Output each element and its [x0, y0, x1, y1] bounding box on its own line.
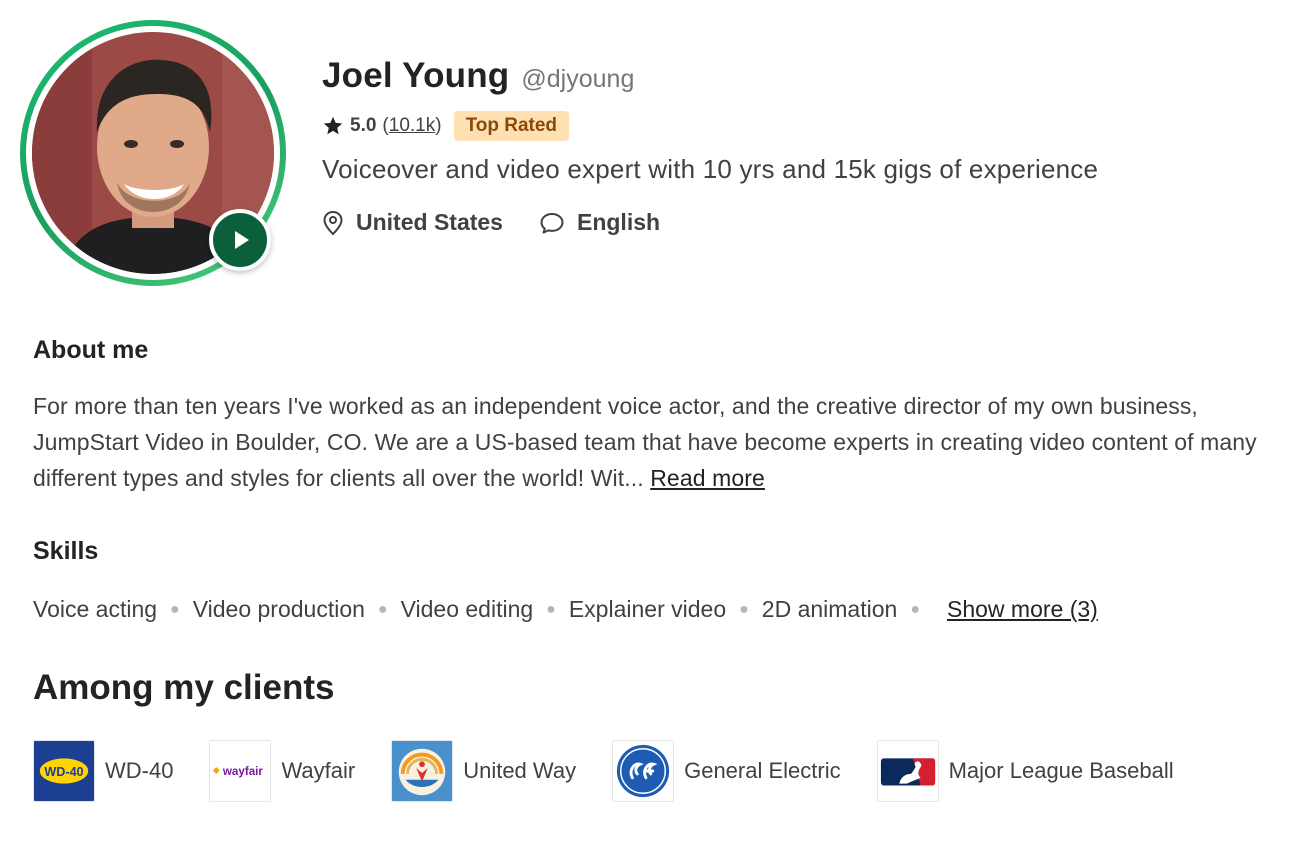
- separator-dot: ●: [910, 600, 920, 618]
- read-more-link[interactable]: Read more: [650, 465, 765, 491]
- client-name: WD-40: [105, 758, 174, 783]
- top-rated-badge: Top Rated: [453, 111, 570, 141]
- clients-title: Among my clients: [33, 668, 335, 707]
- skills-title: Skills: [33, 537, 99, 565]
- location: United States: [322, 209, 503, 236]
- client-name: United Way: [463, 758, 577, 783]
- location-pin-icon: [323, 210, 343, 235]
- wayfair-logo: wayfair: [209, 740, 272, 802]
- mlb-logo: [876, 740, 939, 802]
- svg-text:wayfair: wayfair: [222, 765, 263, 778]
- client-united-way: United Way: [391, 740, 576, 802]
- about-text: For more than ten years I've worked as a…: [33, 388, 1263, 496]
- show-more-skills-link[interactable]: Show more (3): [947, 596, 1098, 623]
- seller-name: Joel Young: [322, 56, 510, 95]
- review-count-close: ): [435, 115, 442, 136]
- skill-video-editing[interactable]: Video editing: [401, 596, 534, 623]
- play-icon: [235, 231, 249, 249]
- skill-video-production[interactable]: Video production: [193, 596, 365, 623]
- client-mlb: Major League Baseball: [876, 740, 1174, 802]
- play-intro-button[interactable]: [209, 209, 271, 271]
- rating-row: 5.0 (10.1k) Top Rated: [322, 110, 1098, 142]
- svg-text:WD-40: WD-40: [44, 765, 83, 779]
- star-icon: [323, 116, 343, 135]
- profile-header: Joel Young @djyoung 5.0 (10.1k) Top Rate…: [322, 56, 1098, 236]
- skills-list: Voice acting ● Video production ● Video …: [33, 596, 1098, 623]
- chat-bubble-icon: [540, 212, 564, 233]
- skill-voice-acting[interactable]: Voice acting: [33, 596, 157, 623]
- client-name: General Electric: [684, 758, 841, 783]
- client-wd40: WD-40 WD-40: [33, 740, 173, 802]
- review-count: 10.1k: [388, 115, 436, 136]
- tagline: Voiceover and video expert with 10 yrs a…: [322, 154, 1099, 184]
- review-count-link[interactable]: (10.1k): [382, 115, 441, 137]
- seller-handle: @djyoung: [521, 65, 635, 93]
- separator-dot: ●: [170, 600, 180, 618]
- wd40-logo: WD-40: [33, 740, 95, 802]
- client-wayfair: wayfair Wayfair: [209, 740, 355, 802]
- client-name: Major League Baseball: [948, 758, 1174, 783]
- separator-dot: ●: [377, 600, 388, 618]
- separator-dot: ●: [739, 600, 749, 618]
- name-row: Joel Young @djyoung: [322, 56, 1098, 96]
- language: English: [539, 209, 660, 236]
- client-general-electric: General Electric: [612, 740, 841, 802]
- avatar-container: [20, 20, 286, 286]
- ge-logo: [612, 740, 675, 802]
- language-text: English: [576, 209, 661, 235]
- rating-value: 5.0: [350, 115, 377, 136]
- skill-2d-animation[interactable]: 2D animation: [762, 596, 898, 623]
- about-body: For more than ten years I've worked as a…: [33, 393, 1257, 491]
- client-name: Wayfair: [281, 758, 356, 783]
- about-title: About me: [33, 336, 149, 364]
- skill-explainer-video[interactable]: Explainer video: [569, 596, 726, 623]
- meta-row: United States English: [322, 209, 1098, 236]
- location-text: United States: [356, 209, 503, 235]
- united-way-logo: [391, 740, 454, 802]
- clients-list: WD-40 WD-40 wayfair Wayfair United Way G…: [33, 740, 1210, 802]
- separator-dot: ●: [546, 600, 556, 618]
